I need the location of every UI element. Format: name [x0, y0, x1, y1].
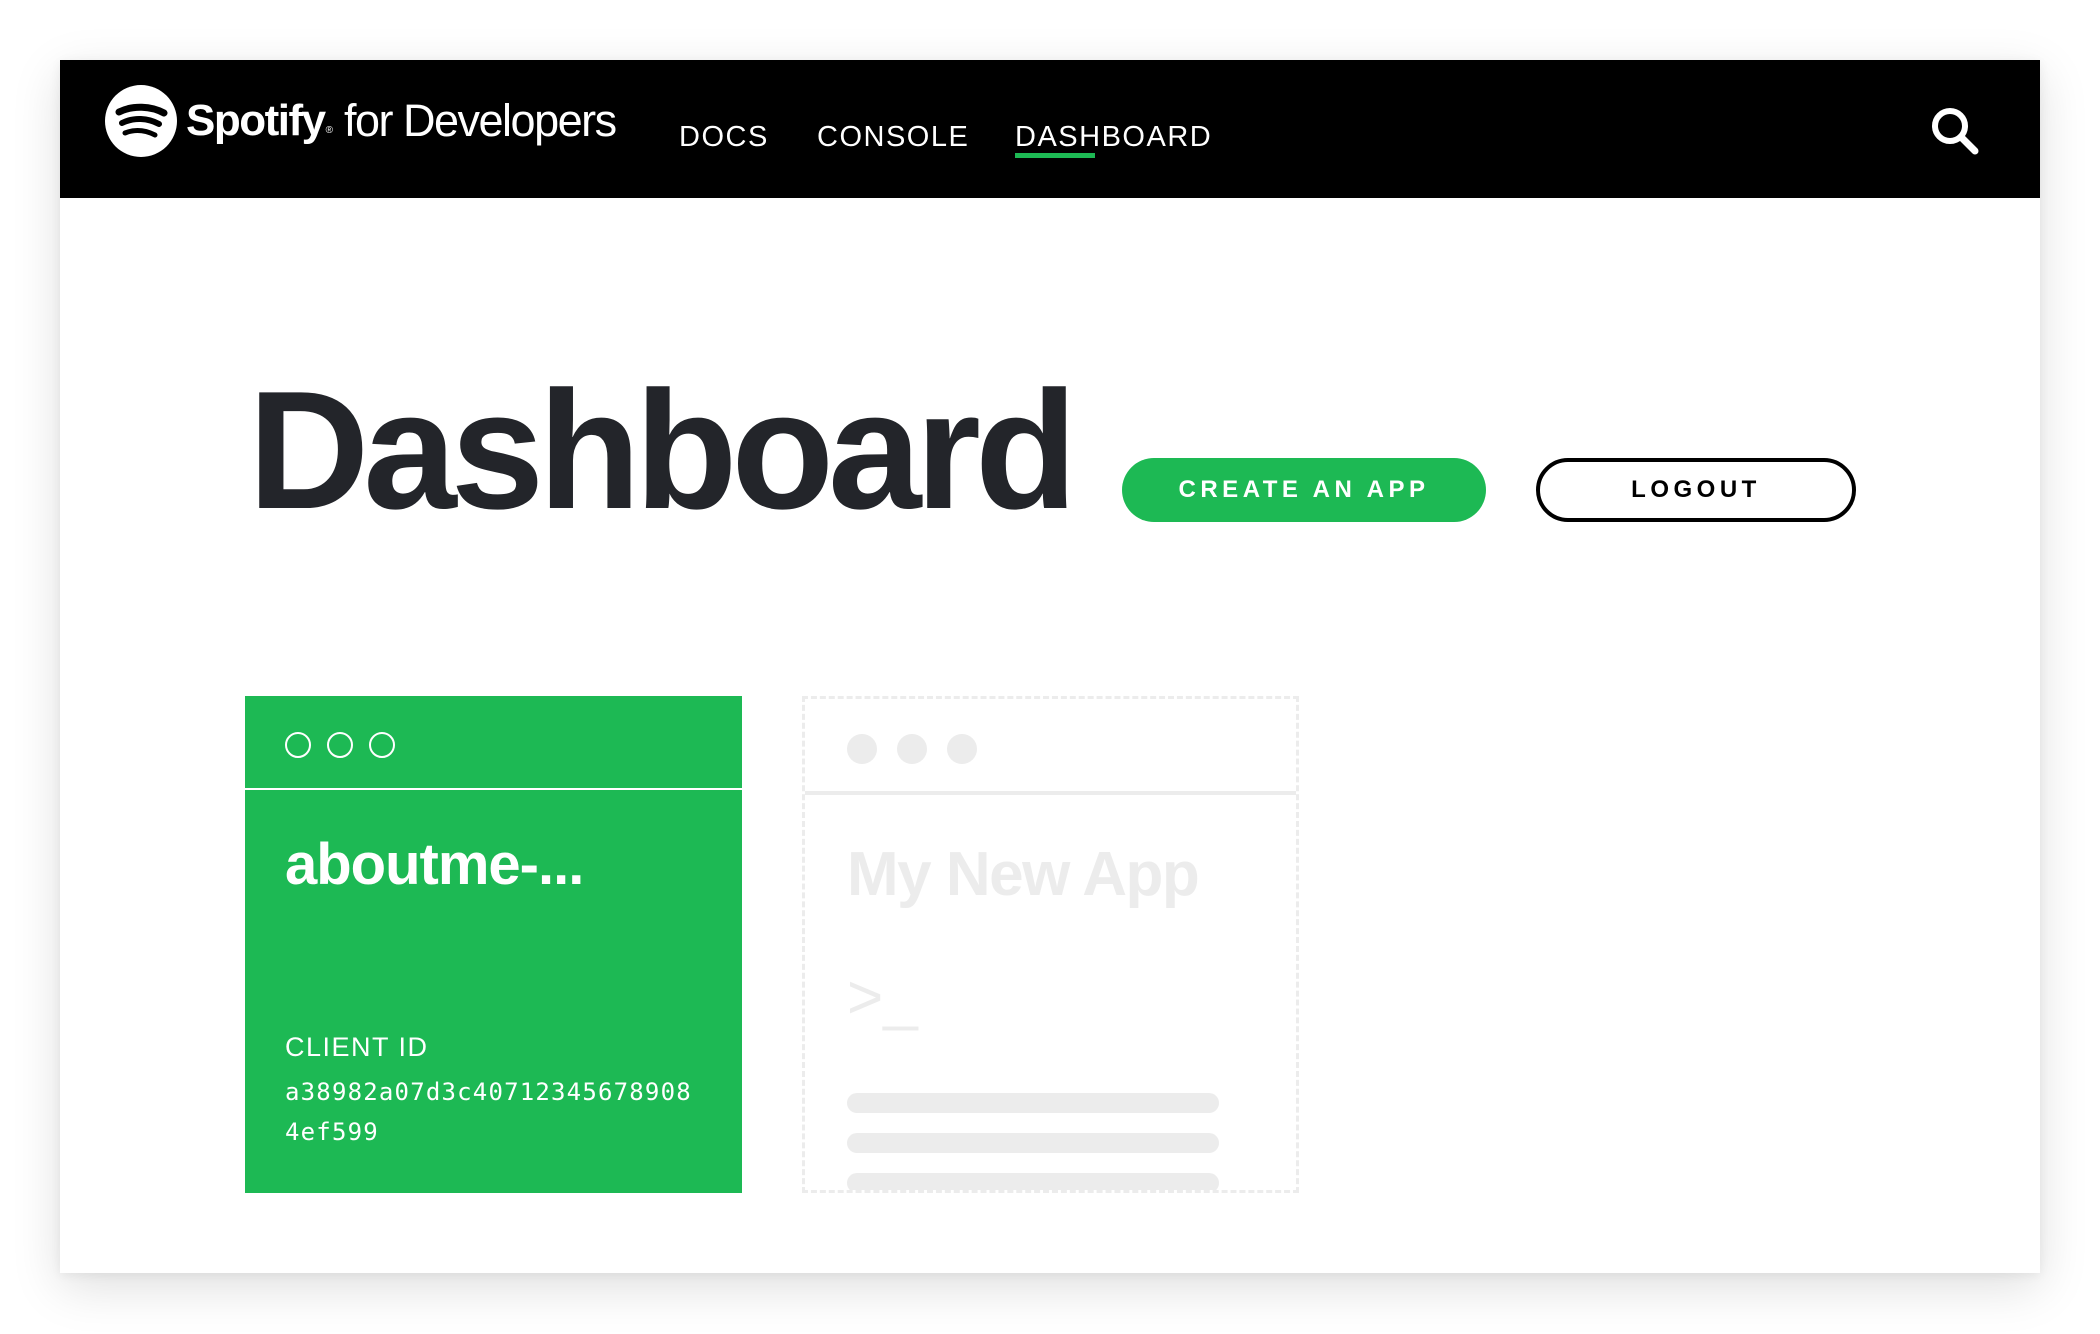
app-name: aboutme-...: [285, 832, 584, 897]
window-dots: [285, 732, 395, 758]
search-icon: [1932, 108, 1979, 155]
nav-link-console[interactable]: CONSOLE: [817, 123, 969, 152]
window-dot-icon: [847, 734, 877, 764]
window-dots: [847, 734, 977, 764]
app-window: Spotify ® for Developers DOCS CONSOLE DA…: [60, 60, 2040, 1273]
brand-suffix: for Developers: [343, 95, 617, 146]
logout-button[interactable]: LOGOUT: [1536, 458, 1856, 522]
client-id-label: CLIENT ID: [285, 1032, 429, 1062]
placeholder-line: [847, 1133, 1219, 1153]
window-dot-icon: [285, 732, 311, 758]
search-button[interactable]: [1928, 104, 1982, 158]
window-dot-icon: [327, 732, 353, 758]
placeholder-line: [847, 1173, 1219, 1190]
card-divider: [805, 791, 1296, 795]
placeholder-line: [847, 1093, 1219, 1113]
brand-home-link[interactable]: Spotify ® for Developers: [105, 85, 617, 157]
window-dot-icon: [947, 734, 977, 764]
new-app-placeholder-card[interactable]: My New App >_: [802, 696, 1299, 1193]
brand-name: Spotify: [186, 96, 326, 145]
spotify-logo-icon: [105, 85, 177, 157]
terminal-prompt-icon: >_: [847, 963, 918, 1032]
registered-mark: ®: [325, 124, 333, 136]
nav-link-docs[interactable]: DOCS: [679, 123, 769, 152]
card-divider: [245, 788, 742, 790]
top-navbar: Spotify ® for Developers DOCS CONSOLE DA…: [60, 60, 2040, 198]
active-nav-indicator: [1015, 153, 1095, 158]
app-card[interactable]: aboutme-... CLIENT ID a38982a07d3c407123…: [245, 696, 742, 1193]
window-dot-icon: [369, 732, 395, 758]
nav-link-dashboard[interactable]: DASHBOARD: [1015, 123, 1212, 152]
window-dot-icon: [897, 734, 927, 764]
client-id-value: a38982a07d3c407123456789084ef599: [285, 1078, 692, 1146]
page-title: Dashboard: [248, 356, 1077, 544]
placeholder-app-name: My New App: [847, 840, 1200, 909]
create-app-button[interactable]: CREATE AN APP: [1122, 458, 1486, 522]
